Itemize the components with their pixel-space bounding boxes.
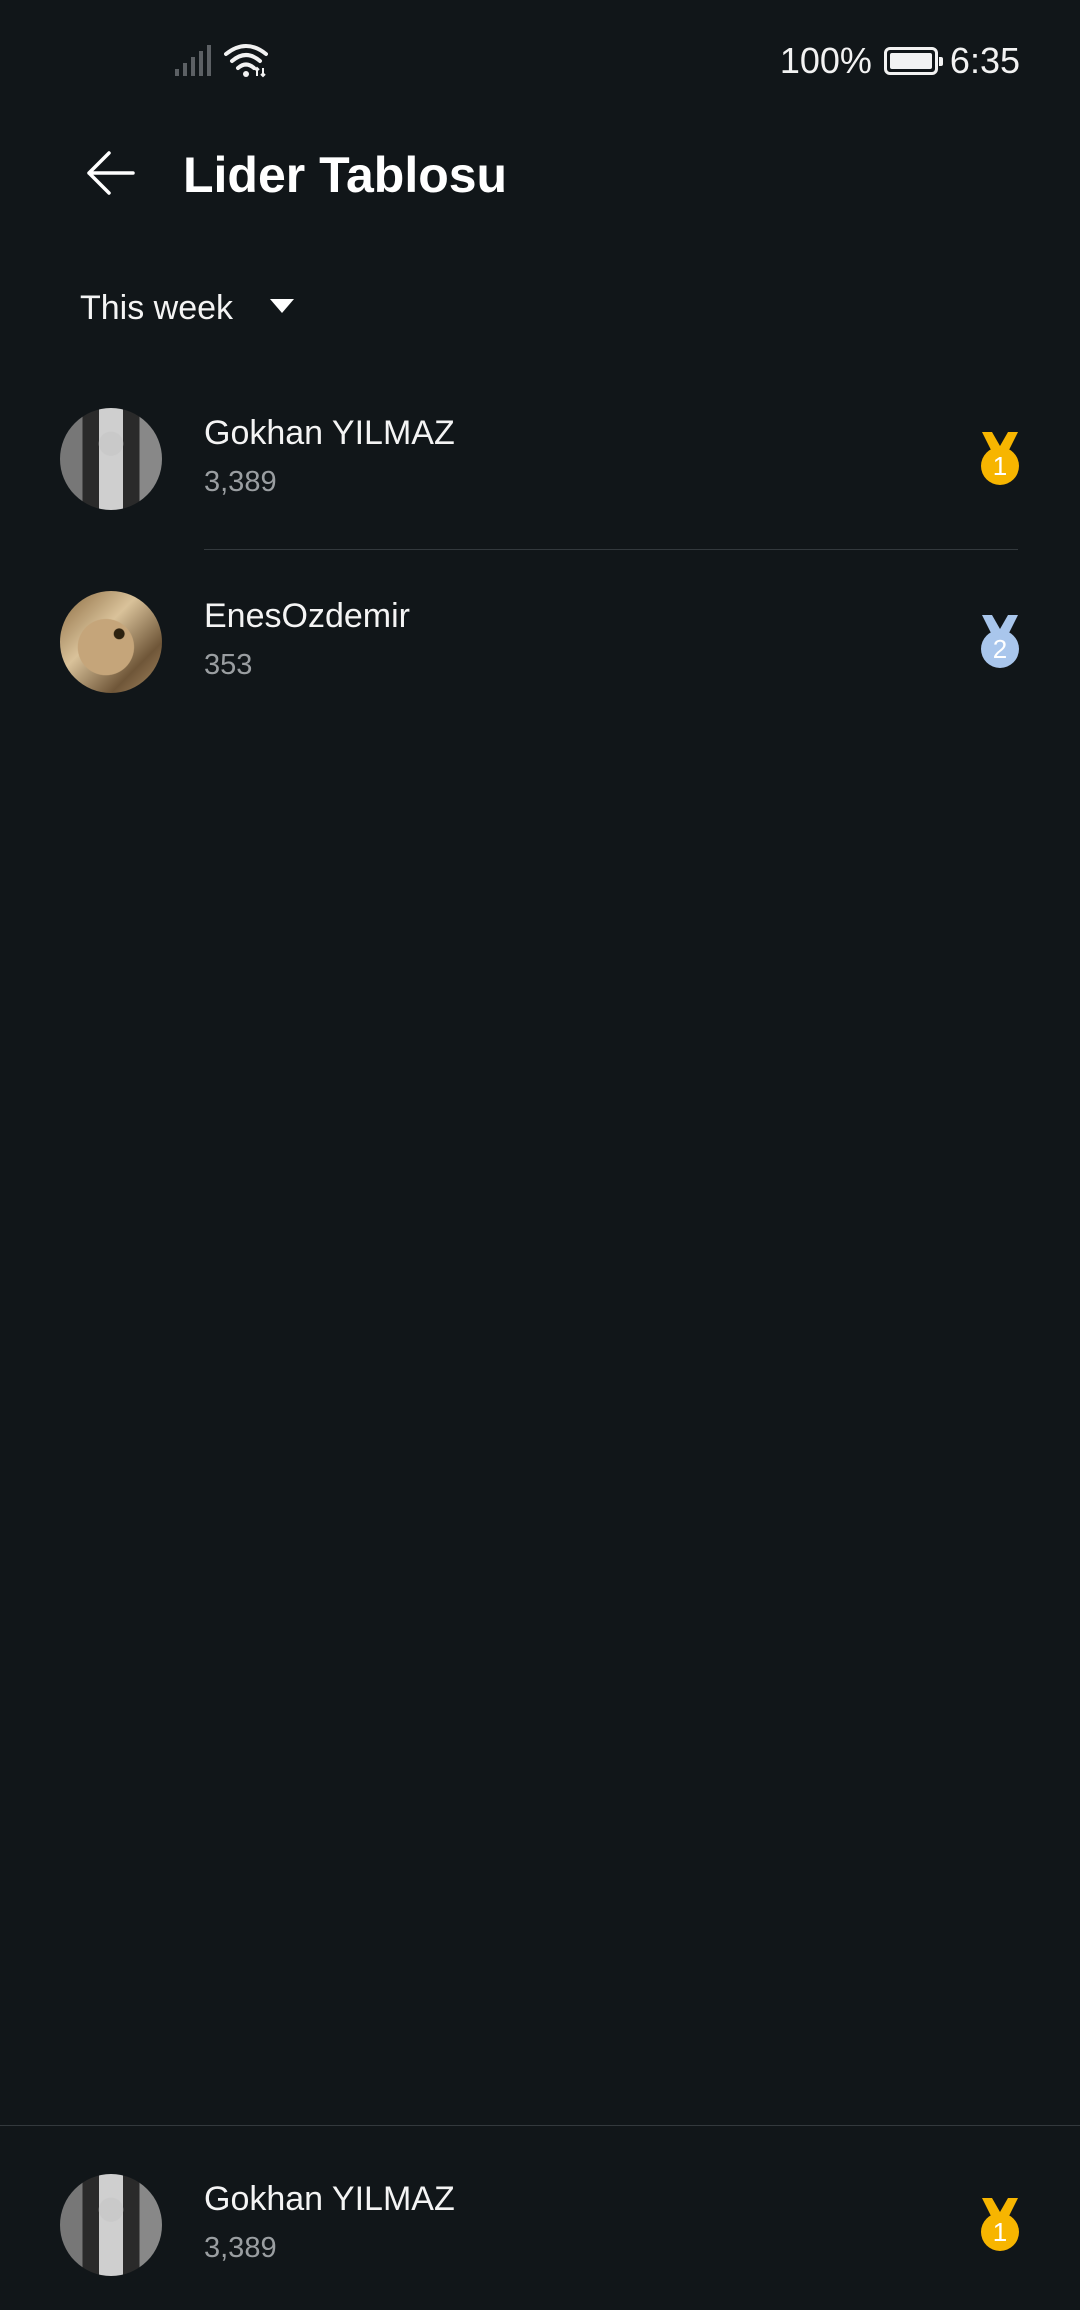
app-bar: Lider Tablosu bbox=[0, 130, 1080, 220]
leaderboard-screen: 100% 6:35 Lider Tablosu This week Gokhan… bbox=[0, 0, 1080, 2310]
arrow-left-icon bbox=[85, 147, 137, 204]
period-dropdown-label: This week bbox=[80, 288, 234, 327]
avatar bbox=[60, 2174, 162, 2276]
player-name: EnesOzdemir bbox=[204, 597, 410, 635]
current-user-row[interactable]: Gokhan YILMAZ 3,389 1 bbox=[0, 2166, 1080, 2310]
medal-rank: 2 bbox=[993, 634, 1007, 664]
player-name: Gokhan YILMAZ bbox=[204, 2180, 455, 2218]
period-dropdown[interactable]: This week bbox=[80, 280, 295, 336]
signal-icon bbox=[174, 43, 212, 82]
battery-percent: 100% bbox=[779, 40, 872, 81]
current-user-bar: Gokhan YILMAZ 3,389 1 bbox=[0, 2125, 1080, 2310]
clock: 6:35 bbox=[949, 40, 1020, 81]
page-title: Lider Tablosu bbox=[183, 147, 508, 203]
gold-medal-icon: 1 bbox=[978, 430, 1022, 486]
leaderboard-row[interactable]: EnesOzdemir 353 2 bbox=[0, 583, 1080, 766]
back-button[interactable] bbox=[80, 144, 142, 206]
leaderboard-list: Gokhan YILMAZ 3,389 1 EnesOzdemir 353 2 bbox=[0, 400, 1080, 766]
avatar bbox=[60, 591, 162, 693]
battery-icon bbox=[883, 47, 943, 75]
player-score: 353 bbox=[204, 649, 253, 681]
player-score: 3,389 bbox=[204, 466, 277, 498]
status-bar: 100% 6:35 bbox=[0, 0, 1080, 120]
silver-medal-icon: 2 bbox=[978, 613, 1022, 669]
medal-rank: 1 bbox=[993, 451, 1007, 481]
player-name: Gokhan YILMAZ bbox=[204, 414, 455, 452]
player-score: 3,389 bbox=[204, 2232, 277, 2264]
leaderboard-row[interactable]: Gokhan YILMAZ 3,389 1 bbox=[0, 400, 1080, 583]
status-left bbox=[174, 42, 268, 83]
gold-medal-icon: 1 bbox=[978, 2196, 1022, 2252]
status-right: 100% 6:35 bbox=[780, 40, 1020, 82]
medal-rank: 1 bbox=[993, 2217, 1007, 2247]
dropdown-triangle-icon bbox=[269, 297, 295, 320]
wifi-icon bbox=[224, 42, 268, 83]
row-divider bbox=[204, 549, 1018, 550]
avatar bbox=[60, 408, 162, 510]
